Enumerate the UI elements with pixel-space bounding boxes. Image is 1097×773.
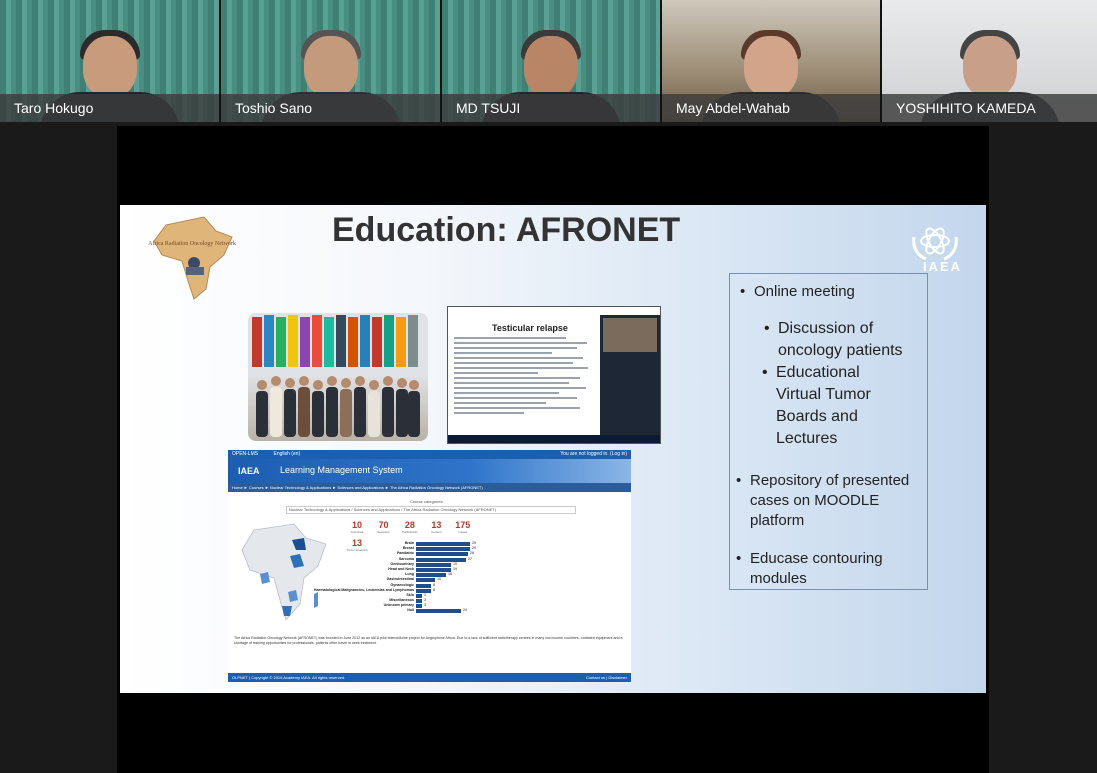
bar-label: Lung [405, 572, 414, 577]
bar-label: Null [407, 608, 414, 613]
screenshot-camera [603, 318, 657, 352]
lms-language: English (en) [273, 451, 301, 457]
participant-strip: Taro Hokugo Toshio Sano MD TSUJI May Abd… [0, 0, 1097, 122]
bullet-textbox: Online meeting Discussion of oncology pa… [729, 273, 928, 590]
bar-value: 8 [433, 587, 435, 592]
bar-value: 27 [468, 556, 472, 561]
slide-title: Education: AFRONET [332, 211, 681, 249]
bullet-discussion: Discussion of oncology patients [764, 318, 926, 362]
participant-name: YOSHIHITO KAMEDA [882, 94, 1097, 122]
group-photo [248, 313, 428, 441]
bullet-virtual-tumor-boards: Educational Virtual Tumor Boards and Lec… [762, 362, 894, 450]
bar [416, 567, 451, 572]
group-people-image [256, 376, 420, 437]
participant-tile[interactable]: Toshio Sano [221, 0, 440, 122]
meeting-screenshot: Testicular relapse [447, 306, 661, 444]
participant-tile[interactable]: YOSHIHITO KAMEDA [882, 0, 1097, 122]
bar-label: Brain [404, 541, 414, 545]
bar [416, 593, 422, 598]
bar-value: 29 [472, 541, 476, 545]
lms-header: IAEA Learning Management System [228, 459, 631, 483]
bar-label: Head and Neck [388, 566, 414, 571]
participant-name: May Abdel-Wahab [662, 94, 880, 122]
stat-countries: 10 Countries [350, 520, 364, 534]
africa-map [241, 523, 327, 621]
bar-label: Gastrointestinal [386, 577, 414, 582]
afronet-logo: Africa Radiation Oncology Network [148, 216, 236, 300]
bar-label: Unknown primary [383, 603, 414, 608]
lms-contact-link[interactable]: Contact us | Disclaimer [586, 673, 627, 682]
bar-value: 3 [424, 592, 426, 597]
bar [416, 552, 468, 557]
tumor-bar-chart: Brain 29 Breast 29 Paediatric 28 Sarcoma 27 Geni… [314, 541, 518, 615]
bar-label: Gynaecologic [390, 582, 414, 587]
stat-sessions: 70 Sessions [377, 520, 390, 534]
participant-tile[interactable]: May Abdel-Wahab [662, 0, 880, 122]
lms-iaea: IAEA [238, 466, 260, 476]
lms-brand: Learning Management System [280, 465, 403, 475]
lms-login-status: You are not logged in. (Log in) [560, 451, 627, 457]
stat-cases: 175 Cases [455, 520, 471, 534]
bar [416, 609, 461, 614]
lms-description: The Africa Radiation Oncology Network (A… [234, 636, 623, 645]
bar-label: Skin [406, 592, 414, 597]
bar [416, 599, 422, 604]
lms-screenshot: OPEN-LMS English (en) You are not logged… [228, 450, 631, 682]
participant-face [524, 36, 578, 98]
lms-top-left: OPEN-LMS [232, 451, 259, 457]
bar [416, 573, 446, 578]
participant-name: MD TSUJI [442, 94, 660, 122]
bar-label: Miscellaneous [389, 598, 414, 603]
lms-select-label: Course categories: [410, 499, 444, 504]
screenshot-taskbar [448, 435, 660, 443]
bar [416, 562, 451, 567]
screenshot-text-lines [454, 337, 594, 417]
bar-value: 3 [424, 603, 426, 608]
bar-value: 28 [470, 551, 474, 556]
participant-name: Taro Hokugo [0, 94, 219, 122]
screenshot-slide-title: Testicular relapse [492, 323, 568, 333]
bar [416, 547, 470, 552]
presentation-slide: Africa Radiation Oncology Network Educat… [120, 205, 986, 693]
bar-value: 19 [453, 561, 457, 566]
lms-footer: OLPNET | Copyright © 2019 Academy IAEA. … [228, 673, 631, 682]
participant-face [962, 36, 1017, 98]
lms-copyright: OLPNET | Copyright © 2019 Academy IAEA. … [232, 675, 346, 680]
iaea-label: IAEA [922, 259, 962, 274]
bar [416, 604, 422, 609]
bullet-online-meeting: Online meeting [740, 281, 855, 303]
bullet-educase: Educase contouring modules [736, 549, 920, 589]
bar-value: 8 [433, 582, 435, 587]
bar [416, 557, 466, 562]
participant-name: Toshio Sano [221, 94, 440, 122]
bar-label: Paediatric [396, 551, 414, 556]
bar-value: 19 [453, 566, 457, 571]
bar-label: Sarcoma [398, 556, 414, 561]
stat-tumor-locations: 13 Tumor locations [346, 538, 368, 552]
bar [416, 542, 470, 546]
lms-breadcrumb: Home ► Courses ► Nuclear Technology & Ap… [228, 483, 631, 492]
participant-face [82, 36, 137, 98]
bullet-repository: Repository of presented cases on MOODLE … [736, 471, 920, 531]
bar-value: 29 [472, 546, 476, 551]
afronet-logo-text: Africa Radiation Oncology Network [148, 240, 236, 247]
bar [416, 583, 431, 588]
participant-tile[interactable]: MD TSUJI [442, 0, 660, 122]
bar-value: 3 [424, 598, 426, 603]
bar-label: Breast [402, 546, 414, 551]
stat-centers: 13 Centers [431, 520, 442, 534]
participant-tile[interactable]: Taro Hokugo [0, 0, 219, 122]
lms-category-select: Nuclear Technology & Applications / Scie… [286, 506, 576, 514]
bar-label: Haematological Malignancies, Leukemias a… [313, 587, 414, 592]
bar-row: Null 24 [368, 608, 518, 614]
bar-value: 24 [463, 608, 467, 613]
lms-topbar: OPEN-LMS English (en) You are not logged… [228, 450, 631, 459]
stat-participants: 28 Participants [402, 520, 418, 534]
participant-face [744, 36, 798, 98]
participant-face [303, 36, 358, 98]
bar-value: 16 [448, 572, 452, 577]
bar-label: Genitourinary [390, 561, 414, 566]
bar-value: 10 [437, 577, 441, 582]
